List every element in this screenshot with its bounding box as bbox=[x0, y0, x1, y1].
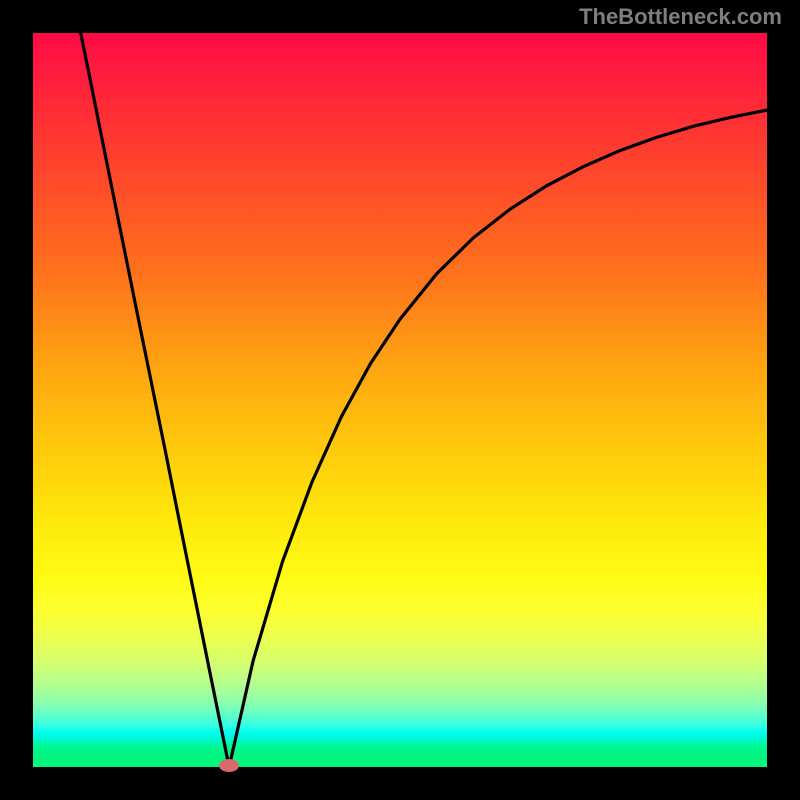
min-point-marker bbox=[219, 759, 239, 772]
chart-frame: TheBottleneck.com bbox=[0, 0, 800, 800]
chart-curve-svg bbox=[33, 33, 767, 767]
left-branch bbox=[81, 33, 229, 767]
watermark-text: TheBottleneck.com bbox=[579, 4, 782, 30]
right-branch bbox=[229, 110, 767, 767]
